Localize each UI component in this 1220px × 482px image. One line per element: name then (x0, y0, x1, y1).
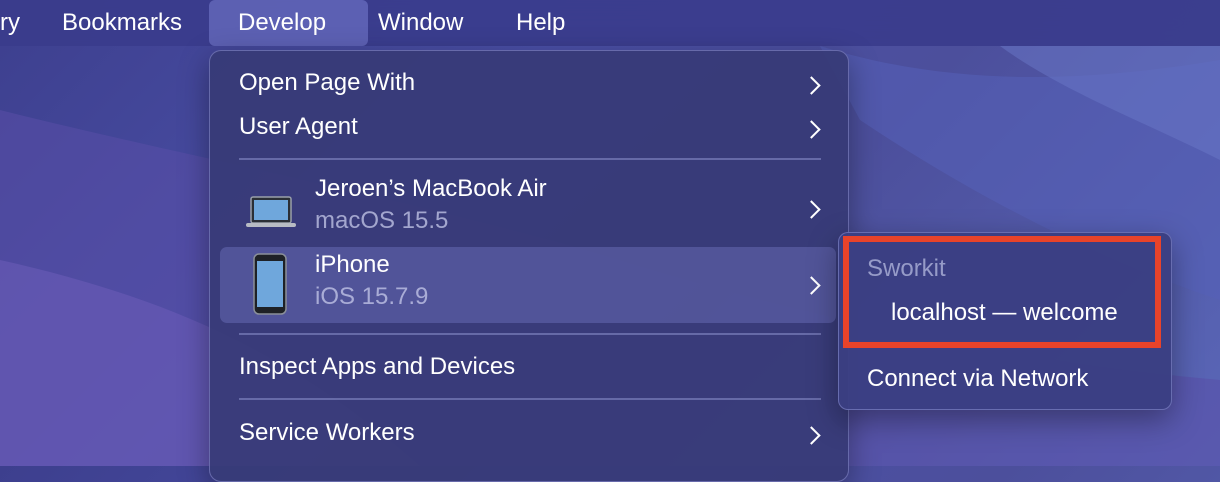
menu-item-device-macbook[interactable]: Jeroen’s MacBook Air macOS 15.5 (220, 171, 836, 247)
menu-item-open-page-with[interactable]: Open Page With (220, 67, 836, 99)
menubar-item-bookmarks[interactable]: Bookmarks (48, 0, 196, 46)
menu-item-service-workers[interactable]: Service Workers (220, 417, 836, 449)
submenu-item-connect-via-network[interactable]: Connect via Network (867, 365, 1088, 393)
menu-item-service-workers-label: Service Workers (239, 419, 415, 446)
menu-separator (239, 158, 821, 160)
menubar-item-develop[interactable]: Develop (209, 0, 368, 46)
menu-item-device-iphone[interactable]: iPhone iOS 15.7.9 (220, 247, 836, 323)
develop-menu: Open Page With User Agent Jeroen’s MacBo… (209, 50, 849, 482)
laptop-icon (246, 195, 296, 229)
menubar-item-window[interactable]: Window (364, 0, 477, 46)
menu-separator (239, 333, 821, 335)
chevron-right-icon (802, 76, 821, 95)
menu-item-open-page-with-label: Open Page With (239, 69, 416, 96)
chevron-right-icon (802, 276, 821, 295)
device-name: Jeroen’s MacBook Air (315, 175, 547, 202)
device-os: iOS 15.7.9 (315, 283, 429, 310)
menu-item-user-agent[interactable]: User Agent (220, 111, 836, 143)
submenu-item-localhost-welcome[interactable]: localhost — welcome (891, 299, 1118, 327)
menubar-item-develop-label: Develop (238, 9, 327, 36)
device-os: macOS 15.5 (315, 207, 449, 234)
iphone-submenu: Sworkit localhost — welcome Connect via … (838, 232, 1172, 410)
menu-item-inspect-apps[interactable]: Inspect Apps and Devices (220, 351, 836, 383)
chevron-right-icon (802, 120, 821, 139)
submenu-separator (867, 345, 1143, 347)
menu-item-user-agent-label: User Agent (239, 113, 358, 140)
menubar-item-history[interactable]: ry (0, 0, 34, 46)
device-name: iPhone (315, 251, 390, 278)
menu-bar: ry Bookmarks Develop Window Help (0, 0, 1220, 46)
menu-separator (239, 398, 821, 400)
menubar-item-help[interactable]: Help (502, 0, 579, 46)
submenu-app-header: Sworkit (867, 255, 946, 282)
chevron-right-icon (802, 426, 821, 445)
iphone-icon (253, 253, 287, 315)
menu-item-inspect-apps-label: Inspect Apps and Devices (239, 353, 516, 380)
chevron-right-icon (802, 200, 821, 219)
